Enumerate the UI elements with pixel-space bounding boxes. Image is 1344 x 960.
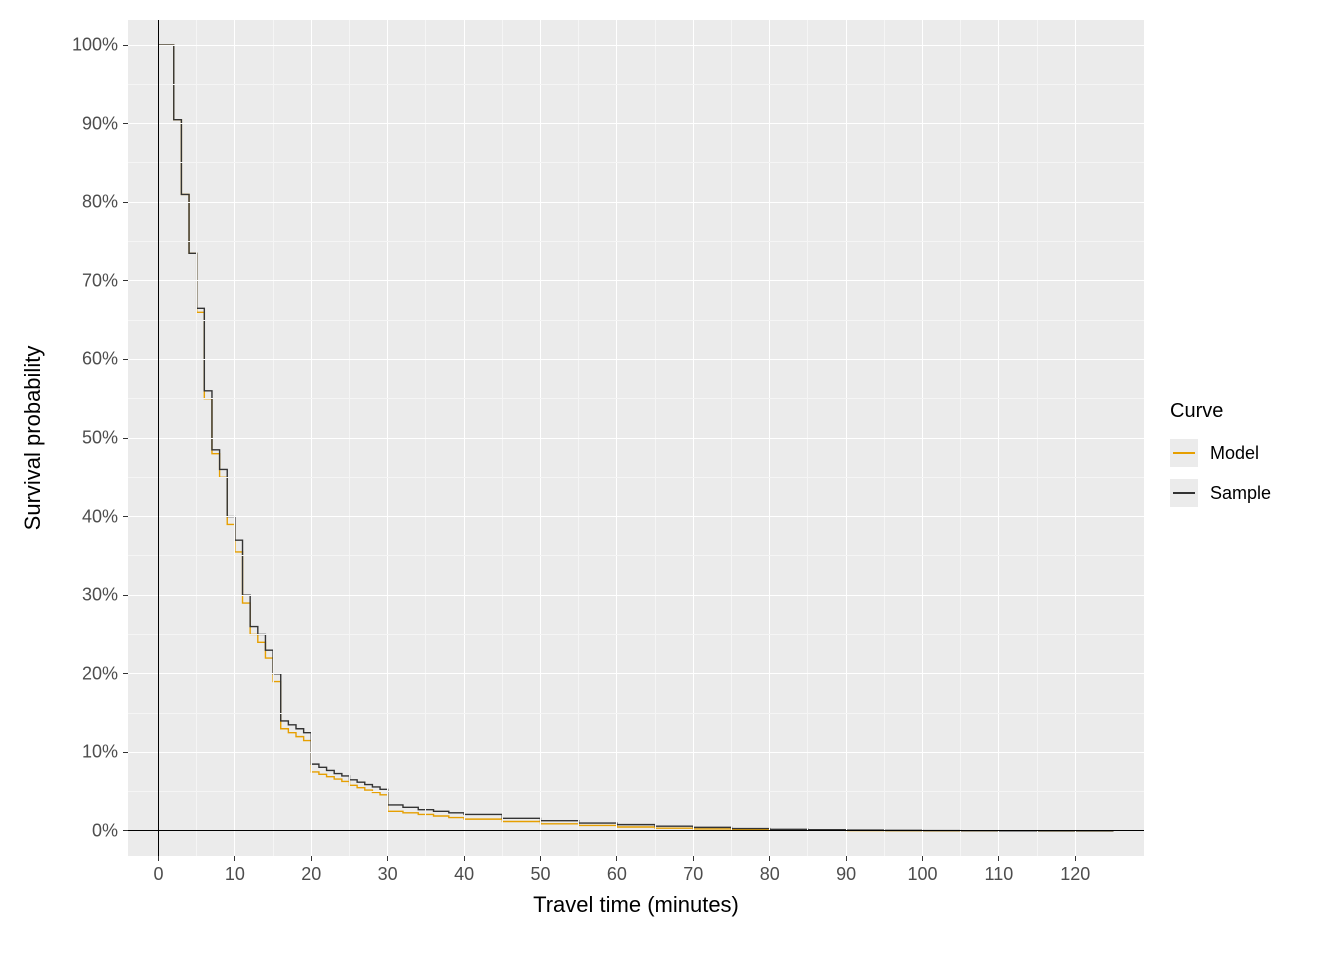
legend-item-sample: Sample bbox=[1170, 479, 1271, 507]
legend-label-model: Model bbox=[1210, 443, 1259, 464]
x-tick-label: 90 bbox=[836, 864, 856, 885]
x-tick-label: 10 bbox=[225, 864, 245, 885]
legend: Curve Model Sample bbox=[1170, 400, 1271, 519]
y-tick-label: 40% bbox=[58, 506, 118, 527]
y-tick-label: 0% bbox=[58, 820, 118, 841]
x-tick-label: 40 bbox=[454, 864, 474, 885]
survival-curves bbox=[0, 0, 1344, 960]
y-tick-label: 30% bbox=[58, 585, 118, 606]
legend-title: Curve bbox=[1170, 400, 1271, 423]
vline-x0 bbox=[158, 20, 159, 856]
chart-figure: Survival probability Travel time (minute… bbox=[0, 0, 1344, 960]
x-tick-label: 0 bbox=[153, 864, 163, 885]
legend-swatch-model bbox=[1170, 439, 1198, 467]
y-tick-label: 80% bbox=[58, 192, 118, 213]
y-tick-label: 10% bbox=[58, 742, 118, 763]
x-tick-label: 120 bbox=[1060, 864, 1090, 885]
y-tick-label: 100% bbox=[58, 35, 118, 56]
x-axis-title: Travel time (minutes) bbox=[533, 892, 739, 918]
y-tick-label: 90% bbox=[58, 113, 118, 134]
x-tick-label: 70 bbox=[683, 864, 703, 885]
legend-item-model: Model bbox=[1170, 439, 1271, 467]
legend-label-sample: Sample bbox=[1210, 483, 1271, 504]
x-tick-label: 60 bbox=[607, 864, 627, 885]
hline-y0 bbox=[128, 830, 1144, 831]
legend-swatch-sample bbox=[1170, 479, 1198, 507]
x-tick-label: 110 bbox=[985, 864, 1014, 885]
x-tick-label: 100 bbox=[907, 864, 937, 885]
x-tick-label: 80 bbox=[760, 864, 780, 885]
y-tick-label: 20% bbox=[58, 663, 118, 684]
y-tick-label: 50% bbox=[58, 428, 118, 449]
y-axis-title: Survival probability bbox=[20, 346, 46, 531]
x-tick-label: 50 bbox=[530, 864, 550, 885]
y-tick-label: 70% bbox=[58, 270, 118, 291]
y-tick-label: 60% bbox=[58, 349, 118, 370]
x-tick-label: 30 bbox=[378, 864, 398, 885]
x-tick-label: 20 bbox=[301, 864, 321, 885]
